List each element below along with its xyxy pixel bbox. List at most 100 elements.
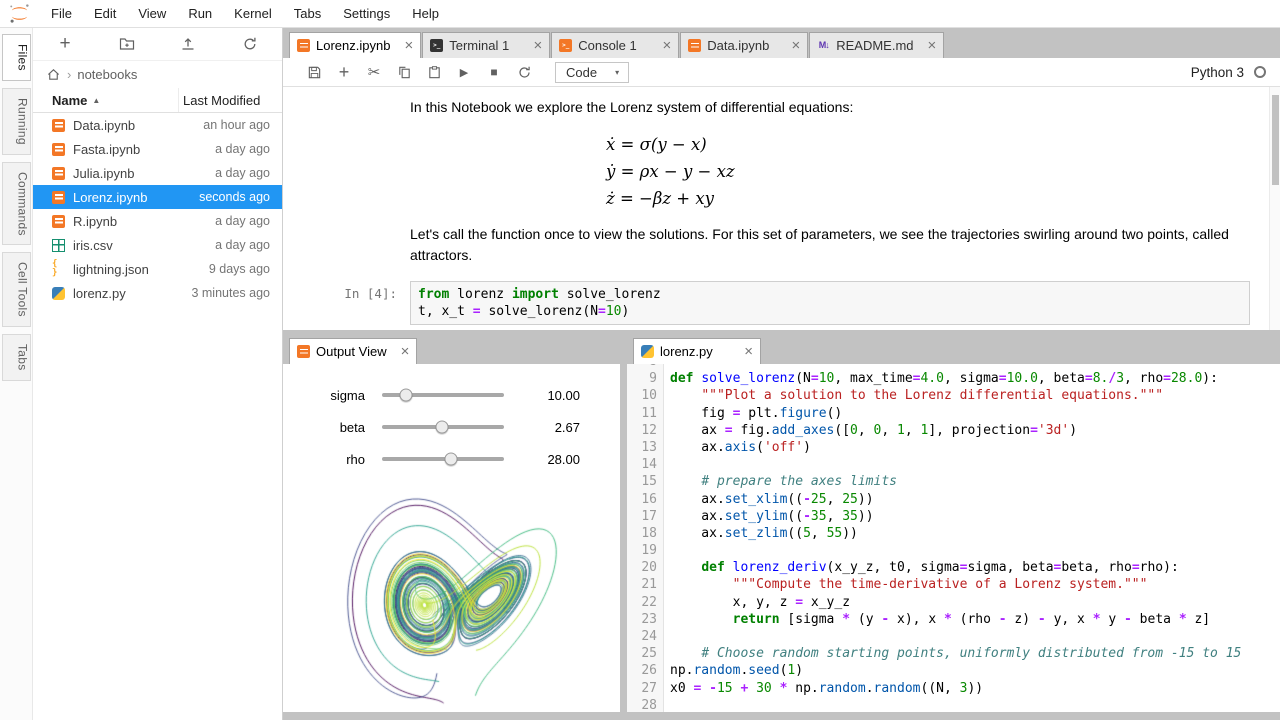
- file-name: iris.csv: [73, 238, 113, 253]
- breadcrumb-folder[interactable]: notebooks: [77, 67, 137, 82]
- home-icon[interactable]: [46, 67, 61, 82]
- file-row-data-ipynb[interactable]: Data.ipynban hour ago: [33, 113, 282, 137]
- slider-readout: 28.00: [547, 452, 620, 467]
- code-line: return [sigma * (y - x), x * (rho - z) -…: [670, 611, 1280, 628]
- tab-lorenz-ipynb[interactable]: Lorenz.ipynb ×: [289, 32, 421, 58]
- copy-button[interactable]: [389, 61, 419, 83]
- menu-view[interactable]: View: [127, 0, 177, 27]
- code-cell: In [4]: from lorenz import solve_lorenzt…: [283, 281, 1250, 325]
- slider-handle[interactable]: [400, 389, 413, 402]
- run-button[interactable]: ▶: [449, 61, 479, 83]
- slider-track[interactable]: [382, 425, 504, 429]
- slider-handle[interactable]: [435, 421, 448, 434]
- slider-handle[interactable]: [444, 453, 457, 466]
- slider-track[interactable]: [382, 393, 504, 397]
- split-handle-vertical[interactable]: [620, 334, 627, 712]
- close-icon[interactable]: ×: [783, 37, 800, 54]
- code-line: [670, 628, 1280, 645]
- refresh-button[interactable]: [509, 61, 539, 83]
- notebook-panel: Lorenz.ipynb×>_Terminal 1×>_Console 1×Da…: [283, 28, 1280, 330]
- menu-settings[interactable]: Settings: [332, 0, 401, 27]
- editor-tab-bar: lorenz.py×: [627, 334, 1280, 364]
- bottom-dock: Output View× sigma10.00beta2.67rho28.00 …: [283, 334, 1280, 720]
- cut-button[interactable]: ✂: [359, 61, 389, 83]
- editor-code-area: def solve_lorenz(N=10, max_time=4.0, sig…: [664, 364, 1280, 712]
- close-icon[interactable]: ×: [736, 343, 753, 360]
- lorenz-attractor-plot: [312, 491, 592, 711]
- code-line: ax.set_ylim((-35, 35)): [670, 508, 1280, 525]
- column-header-modified[interactable]: Last Modified: [178, 88, 282, 112]
- tab-readme-md[interactable]: M↓README.md×: [809, 32, 944, 58]
- cell-input-editor[interactable]: from lorenz import solve_lorenzt, x_t = …: [410, 281, 1250, 325]
- upload-button[interactable]: [176, 32, 200, 56]
- cell-type-dropdown[interactable]: Code▾: [555, 62, 629, 83]
- slider-track[interactable]: [382, 457, 504, 461]
- menu-kernel[interactable]: Kernel: [223, 0, 283, 27]
- sidebar-tab-files[interactable]: Files: [2, 34, 31, 81]
- line-number: 23: [627, 611, 657, 628]
- menu-tabs[interactable]: Tabs: [283, 0, 332, 27]
- line-number: 20: [627, 559, 657, 576]
- file-row-fasta-ipynb[interactable]: Fasta.ipynba day ago: [33, 137, 282, 161]
- sidebar-tab-tabs[interactable]: Tabs: [2, 334, 31, 381]
- close-icon[interactable]: ×: [393, 343, 410, 360]
- tab-lorenz-py[interactable]: lorenz.py×: [633, 338, 761, 364]
- tab-output-view[interactable]: Output View×: [289, 338, 417, 364]
- line-number: 15: [627, 473, 657, 490]
- code-editor[interactable]: 8910111213141516171819202122232425262728…: [627, 364, 1280, 712]
- line-number: 13: [627, 439, 657, 456]
- code-line: ax.set_xlim((-25, 25)): [670, 491, 1280, 508]
- menu-edit[interactable]: Edit: [83, 0, 127, 27]
- sidebar-tab-cell-tools[interactable]: Cell Tools: [2, 252, 31, 327]
- file-row-lorenz-ipynb[interactable]: Lorenz.ipynbseconds ago: [33, 185, 282, 209]
- close-icon[interactable]: ×: [920, 37, 937, 54]
- close-icon[interactable]: ×: [525, 37, 542, 54]
- tab-data-ipynb[interactable]: Data.ipynb×: [680, 32, 808, 58]
- new-launcher-button[interactable]: +: [53, 32, 77, 56]
- output-view-content: sigma10.00beta2.67rho28.00: [283, 364, 620, 712]
- file-name: Lorenz.ipynb: [73, 190, 147, 205]
- code-line: """Compute the time-derivative of a Lore…: [670, 576, 1280, 593]
- main-dock: Lorenz.ipynb×>_Terminal 1×>_Console 1×Da…: [283, 28, 1280, 720]
- code-line: ax.axis('off'): [670, 439, 1280, 456]
- menu-file[interactable]: File: [40, 0, 83, 27]
- tab-label: README.md: [836, 38, 913, 53]
- file-row-lightning-json[interactable]: { }lightning.json9 days ago: [33, 257, 282, 281]
- code-line: from lorenz import solve_lorenz: [418, 286, 1242, 303]
- file-row-r-ipynb[interactable]: R.ipynba day ago: [33, 209, 282, 233]
- slider-readout: 10.00: [547, 388, 620, 403]
- save-button[interactable]: [299, 61, 329, 83]
- sidebar-tab-running[interactable]: Running: [2, 88, 31, 155]
- tab-label: Lorenz.ipynb: [316, 38, 390, 53]
- new-folder-button[interactable]: [115, 32, 139, 56]
- menu-run[interactable]: Run: [177, 0, 223, 27]
- notebook-content: In this Notebook we explore the Lorenz s…: [283, 87, 1280, 330]
- line-number: 14: [627, 456, 657, 473]
- file-list: Data.ipynban hour agoFasta.ipynba day ag…: [33, 113, 282, 720]
- sidebar-tab-commands[interactable]: Commands: [2, 162, 31, 246]
- menu-bar: FileEditViewRunKernelTabsSettingsHelp: [0, 0, 1280, 28]
- code-line: ax = fig.add_axes([0, 0, 1, 1], projecti…: [670, 422, 1280, 439]
- markdown-paragraph: In this Notebook we explore the Lorenz s…: [410, 97, 1250, 118]
- tab-console-1[interactable]: >_Console 1×: [551, 32, 679, 58]
- file-row-iris-csv[interactable]: iris.csva day ago: [33, 233, 282, 257]
- file-row-julia-ipynb[interactable]: Julia.ipynba day ago: [33, 161, 282, 185]
- code-line: ax.set_zlim((5, 55)): [670, 525, 1280, 542]
- tab-terminal-1[interactable]: >_Terminal 1×: [422, 32, 550, 58]
- stop-button[interactable]: ■: [479, 61, 509, 83]
- scrollbar-thumb[interactable]: [1272, 95, 1279, 185]
- file-row-lorenz-py[interactable]: lorenz.py3 minutes ago: [33, 281, 282, 305]
- close-icon[interactable]: ×: [654, 37, 671, 54]
- close-icon[interactable]: ×: [396, 37, 413, 54]
- menu-help[interactable]: Help: [401, 0, 450, 27]
- refresh-button[interactable]: [238, 32, 262, 56]
- equation-line: ż = −βz + xy: [606, 185, 1250, 212]
- insert-button[interactable]: +: [329, 61, 359, 83]
- paste-button[interactable]: [419, 61, 449, 83]
- notebook-scrollbar[interactable]: [1269, 87, 1280, 330]
- slider-row-rho: rho28.00: [283, 443, 620, 475]
- slider-label: beta: [283, 420, 382, 435]
- column-header-name[interactable]: Name ▲: [33, 88, 178, 112]
- output-view-tab-bar: Output View×: [283, 334, 620, 364]
- file-name: Data.ipynb: [73, 118, 135, 133]
